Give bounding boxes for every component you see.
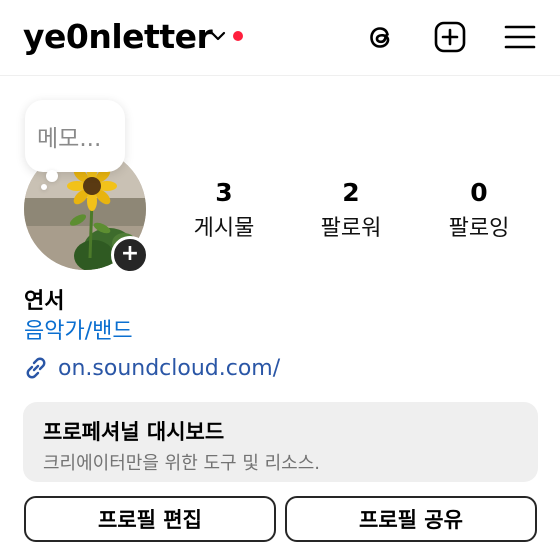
- share-profile-button[interactable]: 프로필 공유: [285, 496, 537, 542]
- memo-placeholder: 메모...: [37, 126, 102, 152]
- notification-dot: [233, 31, 243, 41]
- profile-link[interactable]: on.soundcloud.com/: [22, 352, 280, 384]
- posts-count: 3: [215, 178, 233, 207]
- threads-icon[interactable]: [364, 20, 398, 54]
- plus-square-icon[interactable]: [433, 20, 467, 54]
- posts-stat[interactable]: 3 게시물: [169, 178, 279, 242]
- memo-bubble-tail: [46, 170, 58, 182]
- profile-name: 연서: [24, 289, 65, 314]
- add-story-button[interactable]: +: [111, 236, 149, 274]
- following-label: 팔로잉: [448, 216, 510, 241]
- memo-bubble-tail-small: [41, 184, 47, 190]
- posts-label: 게시물: [193, 216, 255, 241]
- profile-link-text: on.soundcloud.com/: [58, 355, 281, 381]
- following-count: 0: [470, 178, 488, 207]
- dashboard-title: 프로페셔널 대시보드: [43, 420, 225, 444]
- top-bar: ye0nletter: [0, 0, 560, 76]
- profile-category: 음악가/밴드: [24, 319, 133, 344]
- chevron-down-icon[interactable]: [210, 29, 226, 43]
- link-icon: [26, 357, 46, 379]
- edit-profile-button[interactable]: 프로필 편집: [24, 496, 276, 542]
- professional-dashboard-card[interactable]: 프로페셔널 대시보드 크리에이터만을 위한 도구 및 리소스.: [23, 402, 538, 482]
- memo-note-bubble[interactable]: 메모...: [25, 100, 125, 172]
- following-stat[interactable]: 0 팔로잉: [424, 178, 534, 242]
- followers-stat[interactable]: 2 팔로워: [296, 178, 406, 242]
- dashboard-subtitle: 크리에이터만을 위한 도구 및 리소스.: [43, 453, 321, 474]
- hamburger-menu-icon[interactable]: [503, 20, 537, 54]
- username[interactable]: ye0nletter: [23, 17, 213, 56]
- followers-label: 팔로워: [320, 216, 382, 241]
- followers-count: 2: [342, 178, 360, 207]
